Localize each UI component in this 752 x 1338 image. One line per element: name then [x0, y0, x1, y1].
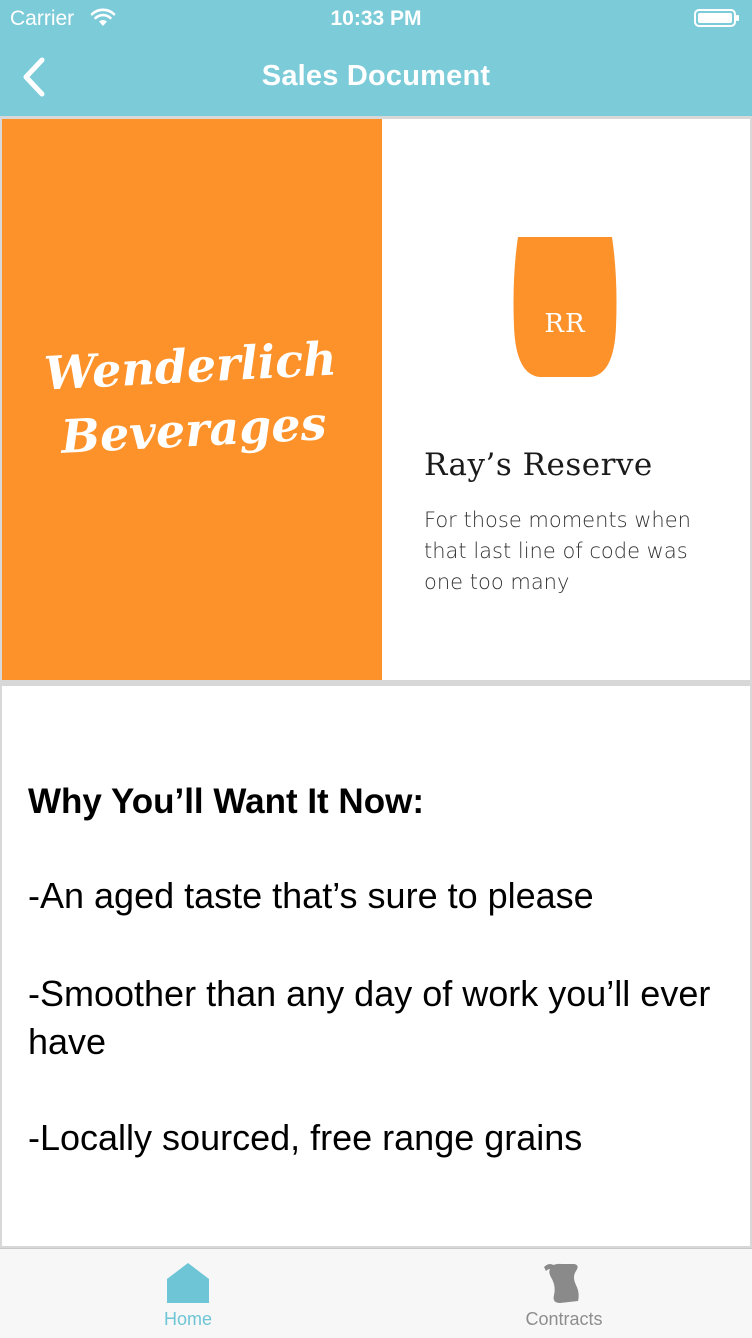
navigation-bar: Sales Document	[0, 38, 752, 116]
tab-bar: Home Contracts	[0, 1248, 752, 1338]
tab-home[interactable]: Home	[0, 1249, 376, 1338]
status-bar: Carrier 10:33 PM	[0, 0, 752, 38]
benefit-item: -An aged taste that’s sure to please	[28, 875, 594, 916]
benefit-item: -Locally sourced, free range grains	[28, 1117, 583, 1158]
glass-monogram: RR	[544, 309, 586, 339]
product-banner: Wenderlich Beverages RR Ray’s Reserve Fo…	[2, 119, 750, 680]
benefit-item: -Smoother than any day of work you’ll ev…	[28, 973, 711, 1062]
glass-icon	[513, 237, 617, 377]
sales-pitch-card: Why You’ll Want It Now: -An aged taste t…	[2, 686, 750, 1246]
brand-logo: Wenderlich Beverages	[42, 331, 338, 464]
page-title: Sales Document	[261, 60, 491, 92]
home-icon	[167, 1263, 209, 1303]
tab-label: Contracts	[525, 1309, 603, 1329]
app-header: Carrier 10:33 PM Sales Document	[0, 0, 752, 116]
product-tagline: For those moments when that last line of…	[424, 508, 691, 594]
pitch-heading: Why You’ll Want It Now:	[28, 782, 424, 821]
status-time: 10:33 PM	[330, 7, 422, 30]
tab-label: Home	[163, 1309, 212, 1329]
brand-panel: Wenderlich Beverages	[2, 119, 382, 680]
tab-contracts[interactable]: Contracts	[376, 1249, 752, 1338]
battery-icon	[694, 9, 739, 27]
scroll-icon	[544, 1263, 579, 1303]
product-name: Ray’s Reserve	[424, 447, 653, 483]
product-panel: RR Ray’s Reserve For those moments when …	[382, 119, 750, 680]
